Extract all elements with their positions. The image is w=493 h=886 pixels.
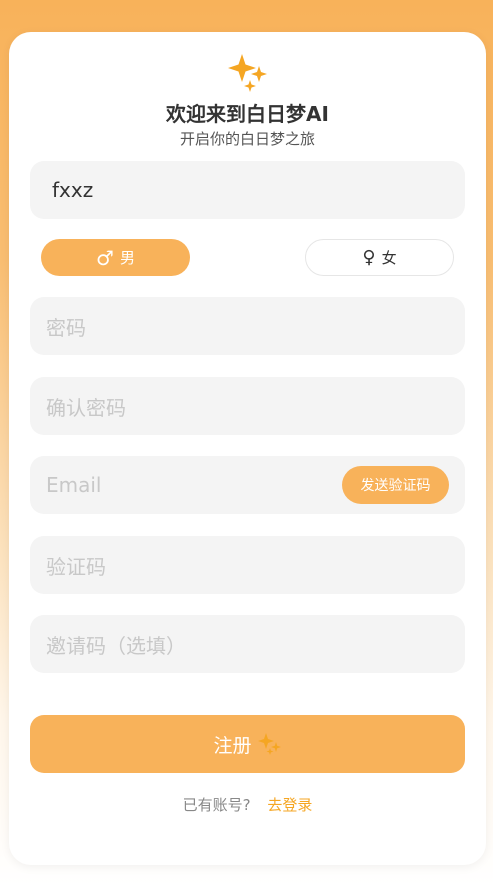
register-card: 欢迎来到白日梦AI 开启你的白日梦之旅 fxxz ♂ 男 ♀ 女 密码 确认密码…	[9, 32, 486, 865]
male-icon: ♂	[96, 245, 114, 270]
confirm-password-field[interactable]: 确认密码	[30, 377, 465, 435]
gender-male-button[interactable]: ♂ 男	[41, 239, 190, 276]
go-login-link[interactable]: 去登录	[267, 796, 312, 814]
email-field[interactable]: Email 发送验证码	[30, 456, 465, 514]
verification-code-field[interactable]: 验证码	[30, 536, 465, 594]
female-icon: ♀	[362, 246, 376, 268]
gender-female-button[interactable]: ♀ 女	[305, 239, 454, 276]
confirm-password-placeholder: 确认密码	[46, 395, 126, 420]
username-field[interactable]: fxxz	[30, 161, 465, 219]
invite-code-field[interactable]: 邀请码（选填）	[30, 615, 465, 673]
username-value: fxxz	[52, 178, 94, 202]
footer: 已有账号? 去登录	[9, 794, 486, 815]
email-placeholder: Email	[46, 473, 102, 497]
password-field[interactable]: 密码	[30, 297, 465, 355]
gender-male-label: 男	[119, 249, 135, 267]
password-placeholder: 密码	[46, 315, 86, 340]
have-account-text: 已有账号?	[182, 796, 251, 814]
gender-female-label: 女	[381, 249, 397, 267]
verification-code-placeholder: 验证码	[46, 554, 106, 579]
register-button[interactable]: 注册	[30, 715, 465, 773]
invite-code-placeholder: 邀请码（选填）	[46, 633, 186, 658]
sparkles-icon	[257, 733, 281, 755]
page-subtitle: 开启你的白日梦之旅	[179, 130, 315, 148]
sparkles-logo-icon	[228, 54, 267, 92]
send-code-button[interactable]: 发送验证码	[342, 466, 449, 504]
register-label: 注册	[213, 734, 252, 757]
page-title: 欢迎来到白日梦AI	[166, 102, 329, 126]
